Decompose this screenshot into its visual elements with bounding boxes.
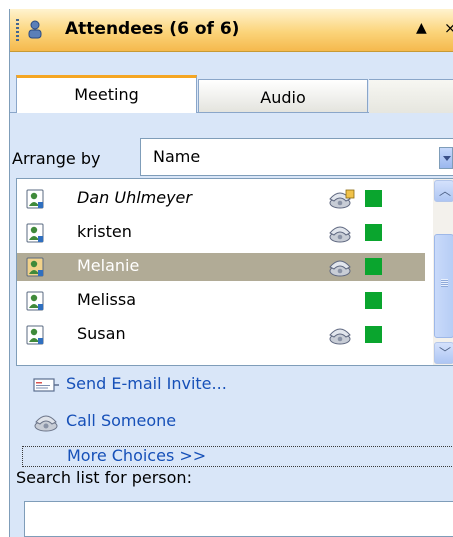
- attendee-name: Melissa: [77, 290, 137, 309]
- arrange-by-label: Arrange by: [12, 149, 101, 168]
- phone-presenter-icon: [327, 188, 355, 210]
- scroll-up-button[interactable]: ︿: [434, 180, 453, 202]
- people-icon: [28, 20, 42, 39]
- triangle-up-icon[interactable]: ▲: [416, 20, 427, 36]
- attendee-list-scrollbar[interactable]: ︿ ﹀: [433, 179, 453, 365]
- phone-icon: [327, 222, 355, 244]
- attendee-row[interactable]: Dan Uhlmeyer: [17, 185, 425, 213]
- person-icon: [26, 257, 44, 277]
- person-icon: [26, 223, 44, 243]
- attendee-list[interactable]: ︿ ﹀ Dan Uhlmeyer kristen Melanie Melissa…: [16, 178, 453, 366]
- chevron-down-icon[interactable]: [439, 147, 453, 169]
- drag-grip[interactable]: [16, 19, 19, 43]
- person-icon: [26, 189, 44, 209]
- more-choices-button[interactable]: More Choices >>: [22, 446, 453, 467]
- arrange-by-value: Name: [153, 147, 201, 166]
- close-icon[interactable]: ×: [444, 19, 453, 37]
- person-icon: [26, 291, 44, 311]
- attendee-name: Susan: [77, 324, 126, 343]
- person-icon: [26, 325, 44, 345]
- attendee-name: kristen: [77, 222, 132, 241]
- tab-strip: Meeting Audio: [10, 53, 453, 115]
- phone-icon: [34, 415, 58, 432]
- presence-status-icon: [365, 190, 382, 207]
- call-someone-label: Call Someone: [66, 411, 177, 430]
- chevron-down-icon: ﹀: [439, 346, 452, 360]
- tab-audio[interactable]: Audio: [198, 79, 368, 113]
- attendee-row[interactable]: Melanie: [17, 253, 425, 281]
- chevron-up-icon: ︿: [439, 184, 452, 198]
- tab-meeting[interactable]: Meeting: [16, 75, 197, 113]
- attendee-row[interactable]: kristen: [17, 219, 425, 247]
- presence-status-icon: [365, 292, 382, 309]
- arrange-by-select[interactable]: Name: [140, 138, 453, 176]
- phone-icon: [327, 256, 355, 278]
- presence-status-icon: [365, 224, 382, 241]
- pane-title: Attendees (6 of 6): [65, 19, 240, 39]
- email-icon: [33, 378, 59, 392]
- tab-strip-filler: [369, 79, 453, 113]
- pane-header: Attendees (6 of 6) ▲ ×: [10, 9, 453, 52]
- more-choices-label: More Choices >>: [67, 446, 207, 465]
- presence-status-icon: [365, 326, 382, 343]
- attendee-name: Dan Uhlmeyer: [77, 188, 192, 207]
- send-email-invite-label: Send E-mail Invite...: [66, 374, 227, 393]
- search-person-input[interactable]: [24, 501, 453, 537]
- phone-icon: [327, 324, 355, 346]
- search-list-label: Search list for person:: [16, 468, 192, 487]
- attendee-row[interactable]: Melissa: [17, 287, 425, 315]
- presence-status-icon: [365, 258, 382, 275]
- scroll-down-button[interactable]: ﹀: [434, 342, 453, 364]
- attendee-row[interactable]: Susan: [17, 321, 425, 349]
- attendees-pane: Attendees (6 of 6) ▲ × Meeting Audio Arr…: [9, 9, 453, 537]
- attendee-name: Melanie: [77, 256, 140, 275]
- scroll-thumb[interactable]: [434, 234, 453, 338]
